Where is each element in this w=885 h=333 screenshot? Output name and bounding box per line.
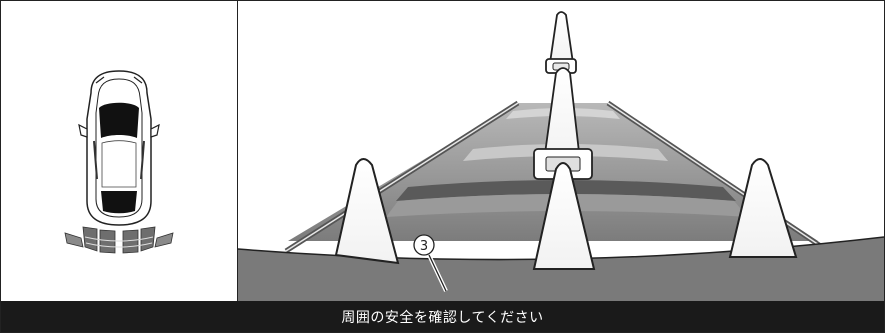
rear-camera-view: 3 [238,1,884,301]
rear-sensor-arcs-icon [64,226,174,254]
camera-display-frame: 3 周囲の安全を確認してください [0,0,885,333]
vehicle-overview-panel [1,1,238,301]
safety-message-text: 周囲の安全を確認してください [341,309,544,326]
callout-label: 3 [420,239,428,254]
guide-line-cone-icon: 3 [238,11,884,301]
safety-message-bar: 周囲の安全を確認してください [1,301,884,332]
